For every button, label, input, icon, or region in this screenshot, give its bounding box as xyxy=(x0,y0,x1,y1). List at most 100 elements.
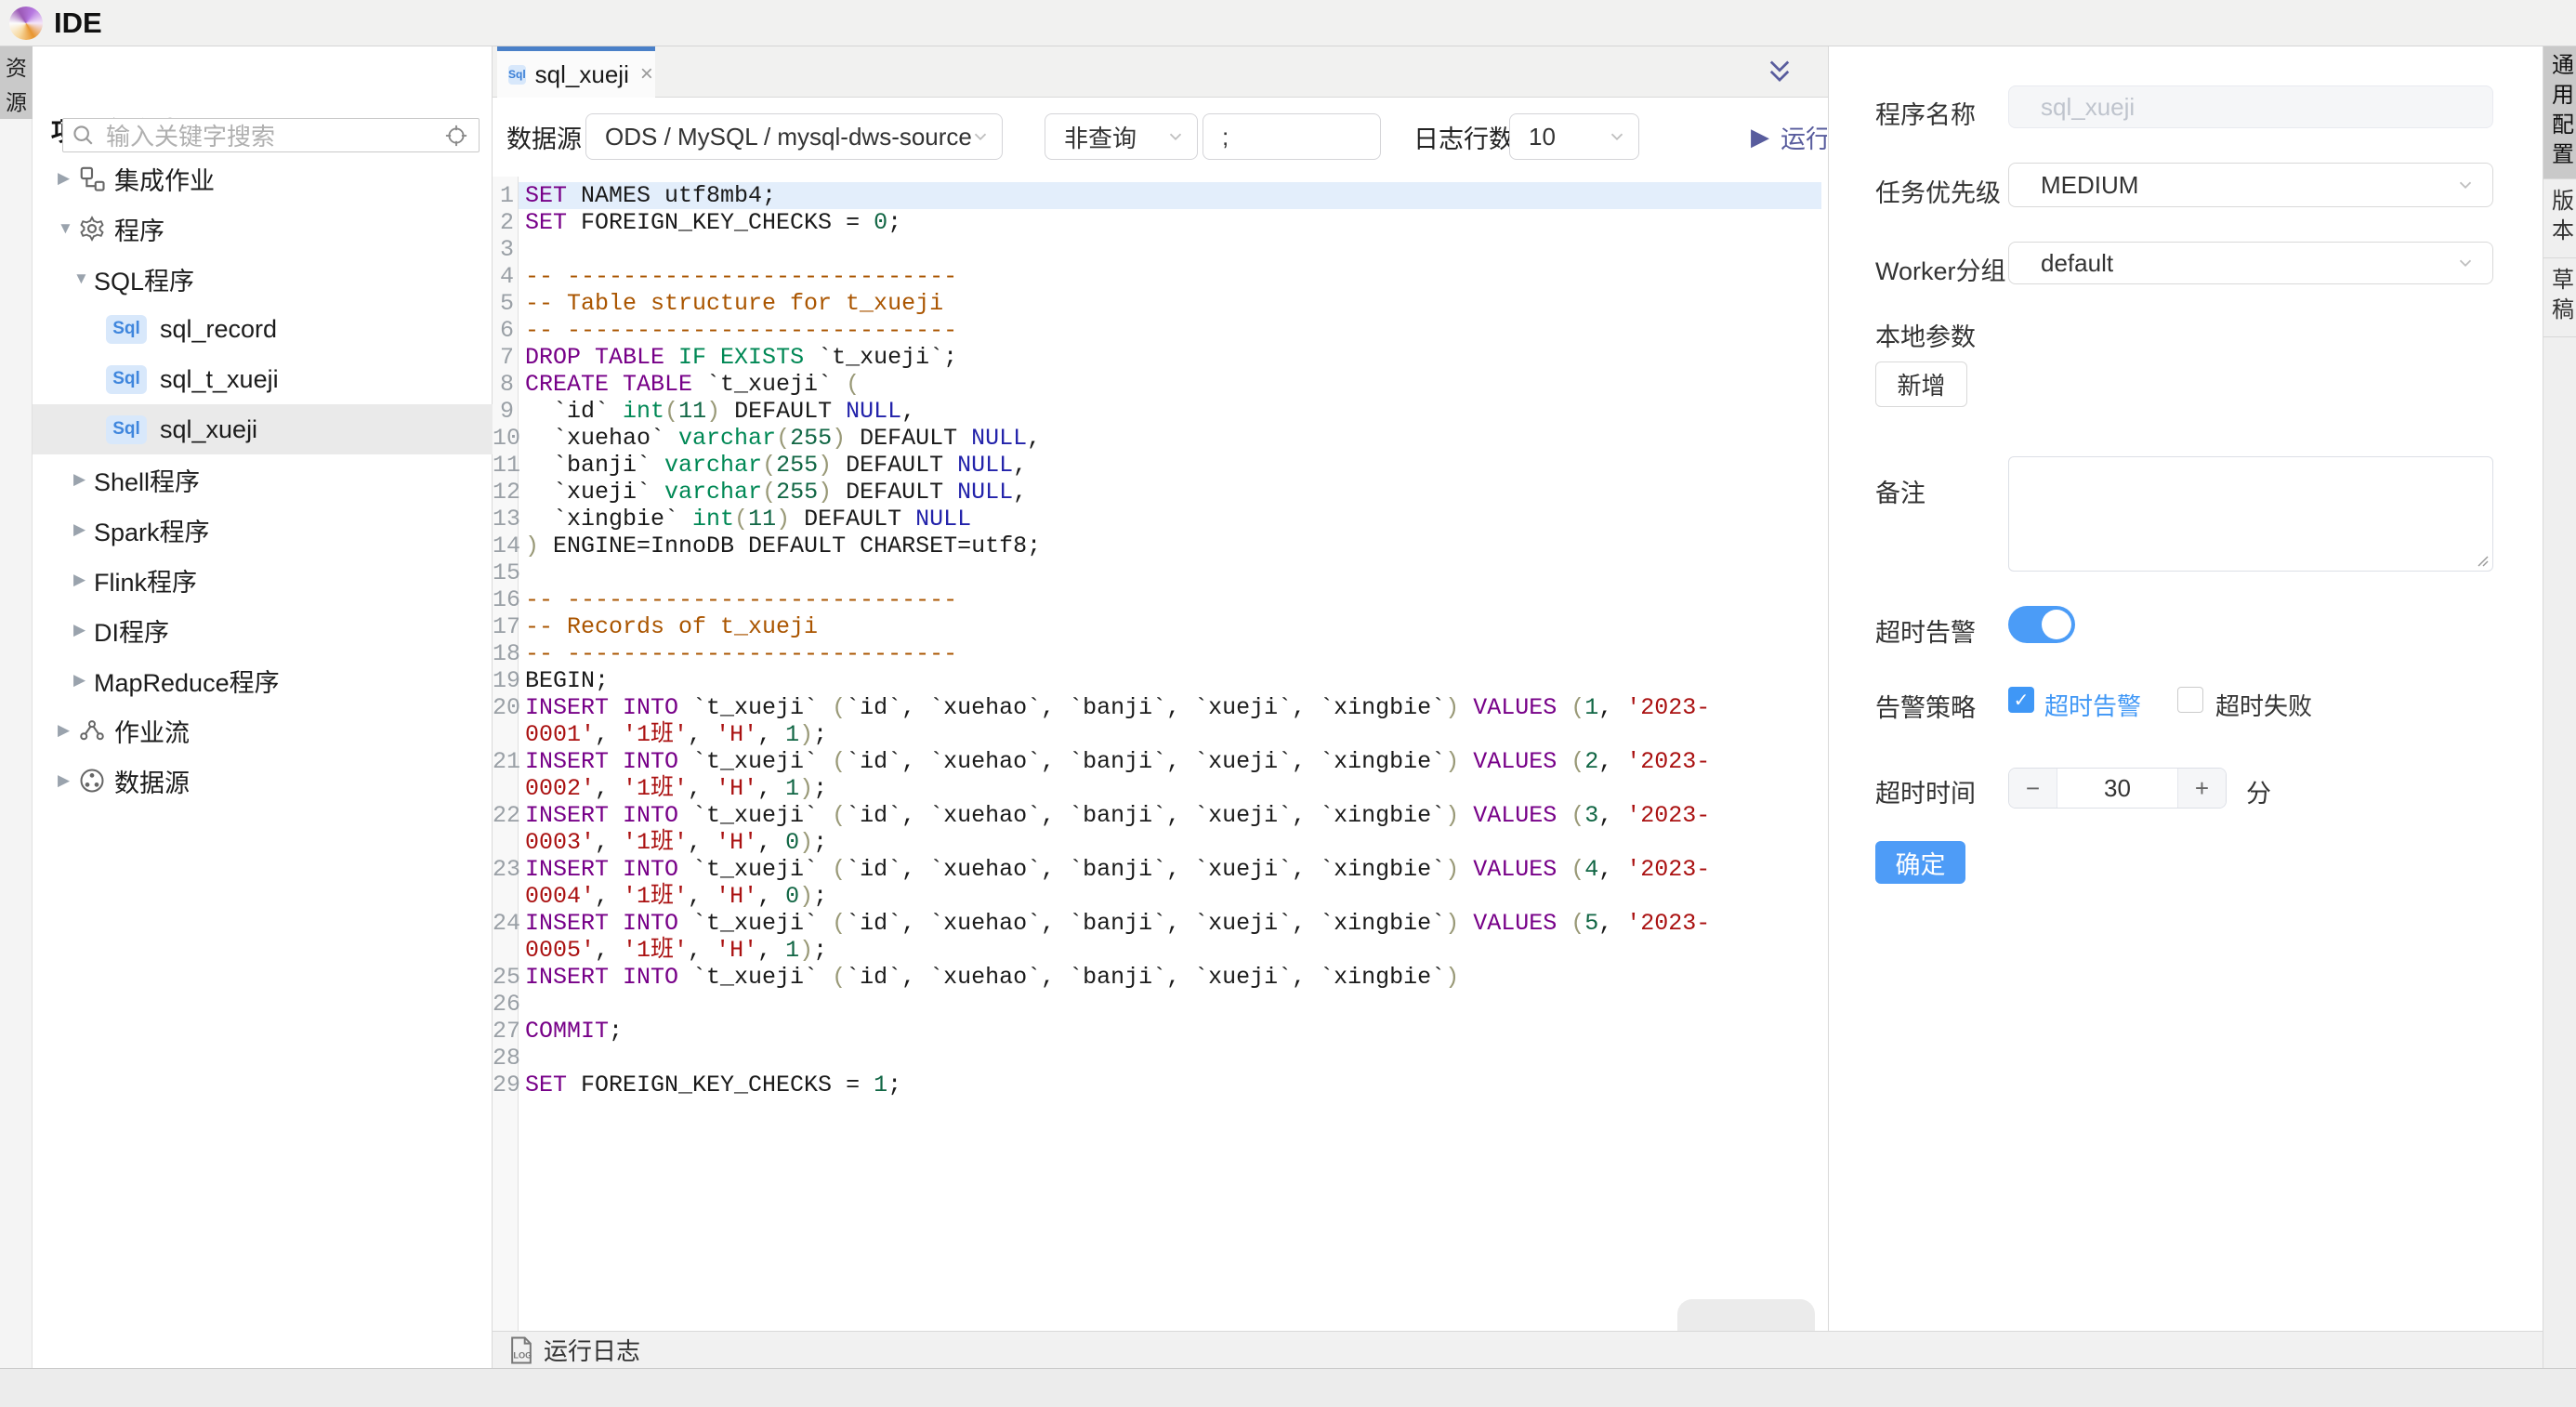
chevron-collapsed-icon[interactable]: ▶ xyxy=(73,621,94,639)
code-line[interactable]: 20INSERT INTO `t_xueji` (`id`, `xuehao`,… xyxy=(493,694,1821,748)
resize-handle-icon[interactable] xyxy=(2476,554,2489,567)
chevron-down-icon xyxy=(1165,126,1186,147)
code-line[interactable]: 18-- ---------------------------- xyxy=(493,640,1821,667)
log-panel-handle[interactable] xyxy=(1677,1299,1815,1331)
code-line[interactable]: 11 `banji` varchar(255) DEFAULT NULL, xyxy=(493,452,1821,479)
collapse-double-chevron-icon[interactable] xyxy=(1767,59,1793,86)
priority-select[interactable]: MEDIUM xyxy=(2008,163,2493,207)
code-line[interactable]: 10 `xuehao` varchar(255) DEFAULT NULL, xyxy=(493,425,1821,452)
app-title: IDE xyxy=(54,7,102,40)
timeout-fail-option-label[interactable]: 超时失败 xyxy=(2215,688,2312,722)
code-line[interactable]: 17-- Records of t_xueji xyxy=(493,613,1821,640)
code-line[interactable]: 12 `xueji` varchar(255) DEFAULT NULL, xyxy=(493,479,1821,506)
tree-item-label: sql_xueji xyxy=(160,415,257,444)
code-line[interactable]: 5-- Table structure for t_xueji xyxy=(493,290,1821,317)
timeout-alarm-option-label[interactable]: 超时告警 xyxy=(2044,688,2141,722)
tree-item-sql_t_xueji[interactable]: Sqlsql_t_xueji xyxy=(33,354,493,404)
chevron-expanded-icon[interactable]: ▼ xyxy=(73,270,94,288)
code-line[interactable]: 13 `xingbie` int(11) DEFAULT NULL xyxy=(493,506,1821,533)
timeout-alarm-toggle[interactable] xyxy=(2008,606,2075,643)
tree-item-DI程序[interactable]: ▶DI程序 xyxy=(33,605,493,655)
code-line[interactable]: 26 xyxy=(493,991,1821,1018)
chevron-collapsed-icon[interactable]: ▶ xyxy=(58,771,78,790)
code-line[interactable]: 19BEGIN; xyxy=(493,667,1821,694)
chevron-collapsed-icon[interactable]: ▶ xyxy=(58,169,78,188)
code-editor[interactable]: 1SET NAMES utf8mb4;2SET FOREIGN_KEY_CHEC… xyxy=(493,177,1828,1331)
code-line[interactable]: 29SET FOREIGN_KEY_CHECKS = 1; xyxy=(493,1072,1821,1098)
code-line[interactable]: 1SET NAMES utf8mb4; xyxy=(493,182,1821,209)
chevron-collapsed-icon[interactable]: ▶ xyxy=(58,721,78,740)
chevron-collapsed-icon[interactable]: ▶ xyxy=(73,571,94,589)
run-log-bar[interactable]: LOG 运行日志 xyxy=(493,1331,2543,1368)
top-bar: IDE xyxy=(0,0,2576,46)
chevron-collapsed-icon[interactable]: ▶ xyxy=(73,671,94,690)
tree-item-sql_record[interactable]: Sqlsql_record xyxy=(33,304,493,354)
code-line[interactable]: 27COMMIT; xyxy=(493,1018,1821,1045)
delimiter-input[interactable]: ; xyxy=(1203,113,1381,160)
editor-toolbar: 数据源 ODS / MySQL / mysql-dws-source 非查询 ;… xyxy=(493,98,1828,177)
rail-tab-drafts[interactable]: 草稿 xyxy=(2543,258,2576,337)
tree-item-程序[interactable]: ▼程序 xyxy=(33,204,493,254)
rail-tab-versions[interactable]: 版本 xyxy=(2543,179,2576,258)
code-line[interactable]: 7DROP TABLE IF EXISTS `t_xueji`; xyxy=(493,344,1821,371)
run-button[interactable]: ▶ 运行 xyxy=(1751,98,1827,177)
line-number: 25 xyxy=(493,964,519,991)
code-line[interactable]: 24INSERT INTO `t_xueji` (`id`, `xuehao`,… xyxy=(493,910,1821,964)
code-line[interactable]: 8CREATE TABLE `t_xueji` ( xyxy=(493,371,1821,398)
code-line[interactable]: 23INSERT INTO `t_xueji` (`id`, `xuehao`,… xyxy=(493,856,1821,910)
timeout-duration-label: 超时时间 xyxy=(1875,773,1976,809)
chevron-expanded-icon[interactable]: ▼ xyxy=(58,219,78,238)
line-number: 23 xyxy=(493,856,519,910)
tree-item-Spark程序[interactable]: ▶Spark程序 xyxy=(33,505,493,555)
tree-item-集成作业[interactable]: ▶集成作业 xyxy=(33,153,493,204)
alarm-strategy-label: 告警策略 xyxy=(1875,688,1976,724)
stepper-decrease-button[interactable]: − xyxy=(2009,769,2057,808)
tree-item-数据源[interactable]: ▶数据源 xyxy=(33,756,493,806)
tree-item-Shell程序[interactable]: ▶Shell程序 xyxy=(33,454,493,505)
code-line[interactable]: 15 xyxy=(493,559,1821,586)
datasource-select[interactable]: ODS / MySQL / mysql-dws-source xyxy=(585,113,1003,160)
code-line[interactable]: 14) ENGINE=InnoDB DEFAULT CHARSET=utf8; xyxy=(493,533,1821,559)
search-input[interactable]: 输入关键字搜索 xyxy=(62,118,480,152)
query-mode-select[interactable]: 非查询 xyxy=(1045,113,1198,160)
remark-textarea[interactable] xyxy=(2008,456,2493,572)
tree-item-SQL程序[interactable]: ▼SQL程序 xyxy=(33,254,493,304)
tab-close-icon[interactable]: × xyxy=(640,61,653,87)
chevron-down-icon xyxy=(1607,126,1627,147)
tab-sql-xueji[interactable]: Sql sql_xueji × xyxy=(497,46,655,98)
log-lines-select[interactable]: 10 xyxy=(1509,113,1639,160)
confirm-button[interactable]: 确定 xyxy=(1875,841,1965,884)
worker-group-select[interactable]: default xyxy=(2008,242,2493,284)
chevron-collapsed-icon[interactable]: ▶ xyxy=(73,520,94,539)
code-line[interactable]: 22INSERT INTO `t_xueji` (`id`, `xuehao`,… xyxy=(493,802,1821,856)
tree-item-MapReduce程序[interactable]: ▶MapReduce程序 xyxy=(33,655,493,705)
tree-item-作业流[interactable]: ▶ 作业流 xyxy=(33,705,493,756)
timeout-fail-checkbox[interactable] xyxy=(2177,687,2203,713)
code-line[interactable]: 21INSERT INTO `t_xueji` (`id`, `xuehao`,… xyxy=(493,748,1821,802)
timeout-value[interactable]: 30 xyxy=(2057,769,2177,808)
tree-item-sql_xueji[interactable]: Sqlsql_xueji xyxy=(33,404,493,454)
code-line[interactable]: 6-- ---------------------------- xyxy=(493,317,1821,344)
code-line[interactable]: 16-- ---------------------------- xyxy=(493,586,1821,613)
line-number: 21 xyxy=(493,748,519,802)
tree-item-label: 作业流 xyxy=(114,713,190,749)
locate-icon[interactable] xyxy=(443,123,469,149)
rail-tab-general-config[interactable]: 通用配置 xyxy=(2543,46,2576,179)
code-line[interactable]: 9 `id` int(11) DEFAULT NULL, xyxy=(493,398,1821,425)
ide-window: IDE 资 源 项目名称/数据层： demo-proj / ODS 输入关键字搜… xyxy=(0,0,2576,1407)
timeout-alarm-checkbox[interactable]: ✓ xyxy=(2008,687,2034,713)
code-line[interactable]: 25INSERT INTO `t_xueji` (`id`, `xuehao`,… xyxy=(493,964,1821,991)
stepper-increase-button[interactable]: + xyxy=(2177,769,2226,808)
tree-item-Flink程序[interactable]: ▶Flink程序 xyxy=(33,555,493,605)
code-line[interactable]: 3 xyxy=(493,236,1821,263)
line-number: 11 xyxy=(493,452,519,479)
add-param-button[interactable]: 新增 xyxy=(1875,362,1967,407)
code-line[interactable]: 4-- ---------------------------- xyxy=(493,263,1821,290)
chevron-collapsed-icon[interactable]: ▶ xyxy=(73,470,94,489)
code-area[interactable]: 1SET NAMES utf8mb4;2SET FOREIGN_KEY_CHEC… xyxy=(493,182,1821,1098)
tree-item-label: Flink程序 xyxy=(94,562,197,598)
code-line[interactable]: 28 xyxy=(493,1045,1821,1072)
line-number: 29 xyxy=(493,1072,519,1098)
code-line[interactable]: 2SET FOREIGN_KEY_CHECKS = 0; xyxy=(493,209,1821,236)
rail-tab-resources[interactable]: 资 源 xyxy=(0,46,33,119)
